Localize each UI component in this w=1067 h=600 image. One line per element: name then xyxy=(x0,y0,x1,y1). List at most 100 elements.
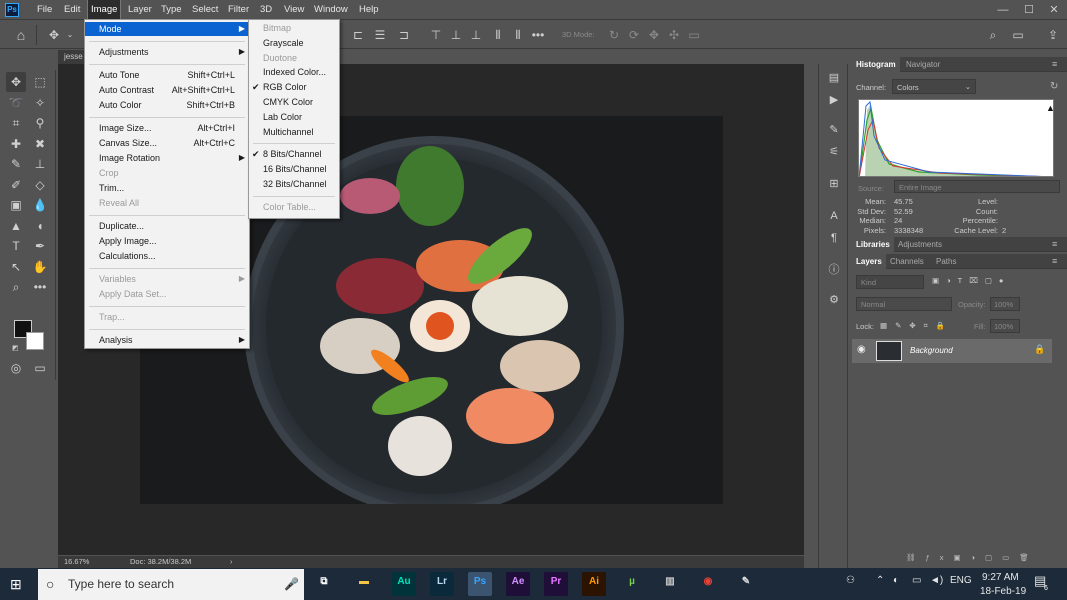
minimize-button[interactable]: — xyxy=(990,0,1016,20)
quick-mask-icon[interactable]: ◎ xyxy=(6,358,26,378)
character-icon[interactable]: A xyxy=(826,208,842,224)
crop-tool-icon[interactable]: ⌗ xyxy=(6,113,26,133)
close-button[interactable]: ✕ xyxy=(1041,0,1067,20)
3d-slide-icon[interactable]: ✣ xyxy=(666,27,682,43)
menu-item-32-bits-channel[interactable]: 32 Bits/Channel xyxy=(249,177,339,191)
align-top-icon[interactable]: ⊤ xyxy=(428,27,444,43)
menu-view[interactable]: View xyxy=(281,0,307,20)
taskbar-search-box[interactable]: ○ Type here to search 🎤 xyxy=(38,569,304,600)
info-icon[interactable]: ⓘ xyxy=(826,262,842,278)
align-center-icon[interactable]: ☰ xyxy=(372,27,388,43)
lock-options-icons[interactable]: ▦✎✥⌗🔒 xyxy=(880,321,953,331)
background-color-swatch[interactable] xyxy=(26,332,44,350)
more-tools-icon[interactable]: ••• xyxy=(30,277,50,297)
layer-row-background[interactable]: ◉ Background 🔒 xyxy=(852,339,1052,363)
menu-item-auto-color[interactable]: Auto Color Shift+Ctrl+B xyxy=(85,98,249,112)
zoom-level[interactable]: 16.67% xyxy=(64,556,89,568)
menu-image[interactable]: Image xyxy=(86,0,122,21)
panel-menu-icon[interactable]: ≡ xyxy=(1052,239,1057,249)
3d-camera-icon[interactable]: ▭ xyxy=(686,27,702,43)
brush-settings-icon[interactable]: ⚟ xyxy=(826,144,842,160)
menu-item-image-size[interactable]: Image Size... Alt+Ctrl+I xyxy=(85,121,249,135)
blend-mode-select[interactable]: Normal xyxy=(856,297,952,311)
tab-libraries[interactable]: Libraries xyxy=(852,237,894,252)
channel-select[interactable]: Colors ⌄ xyxy=(892,79,976,94)
taskbar-chrome-icon[interactable]: ◉ xyxy=(696,572,720,596)
menu-item-indexed-color[interactable]: Indexed Color... xyxy=(249,65,339,79)
chevron-up-icon[interactable]: ⌃ xyxy=(876,575,884,586)
move-tool-icon[interactable]: ✥ xyxy=(46,27,62,43)
fill-input[interactable]: 100% xyxy=(990,319,1020,333)
tab-channels[interactable]: Channels xyxy=(886,254,928,269)
menu-item-analysis[interactable]: Analysis ▶ xyxy=(85,333,249,347)
taskbar-file-explorer-icon[interactable]: ▬ xyxy=(352,572,376,596)
align-bottom-icon[interactable]: ⊥ xyxy=(468,27,484,43)
source-select[interactable]: Entire Image xyxy=(894,180,1060,193)
actions-icon[interactable]: ▶ xyxy=(826,92,842,108)
history-brush-tool-icon[interactable]: ✐ xyxy=(6,175,26,195)
taskbar-utorrent-icon[interactable]: µ xyxy=(620,572,644,596)
menu-item-grayscale[interactable]: Grayscale xyxy=(249,36,339,50)
menu-item-cmyk-color[interactable]: CMYK Color xyxy=(249,95,339,109)
menu-item-adjustments[interactable]: Adjustments ▶ xyxy=(85,45,249,59)
people-icon[interactable]: ⚇ xyxy=(846,575,855,586)
menu-item-duplicate[interactable]: Duplicate... xyxy=(85,219,249,233)
type-tool-icon[interactable]: T xyxy=(6,236,26,256)
move-tool-icon[interactable]: ✥ xyxy=(6,72,26,92)
clone-source-icon[interactable]: ⊞ xyxy=(826,176,842,192)
chevron-right-icon[interactable]: › xyxy=(230,556,233,568)
eyedropper-tool-icon[interactable]: ⚲ xyxy=(30,113,50,133)
taskbar-photoshop-icon[interactable]: Ps xyxy=(468,572,492,596)
quick-select-tool-icon[interactable]: ✧ xyxy=(30,93,50,113)
tab-paths[interactable]: Paths xyxy=(932,254,960,269)
taskbar-premiere-icon[interactable]: Pr xyxy=(544,572,568,596)
tray-app-icon[interactable]: ◐ xyxy=(893,575,899,586)
menu-item-apply-image[interactable]: Apply Image... xyxy=(85,234,249,248)
panel-menu-icon[interactable]: ≡ xyxy=(1052,59,1057,69)
layer-actions-icons[interactable]: ⛓ƒx▣◑▢▭🗑 xyxy=(906,553,1039,562)
taskbar-library-icon[interactable]: ▥ xyxy=(658,572,682,596)
menu-item-image-rotation[interactable]: Image Rotation ▶ xyxy=(85,151,249,165)
tab-navigator[interactable]: Navigator xyxy=(902,57,944,72)
sharpen-tool-icon[interactable]: ▲ xyxy=(6,216,26,236)
menu-item-rgb-color[interactable]: ✔ RGB Color xyxy=(249,80,339,94)
opacity-input[interactable]: 100% xyxy=(990,297,1020,311)
history-icon[interactable]: ▤ xyxy=(826,70,842,86)
menu-help[interactable]: Help xyxy=(356,0,382,20)
menu-item-16-bits-channel[interactable]: 16 Bits/Channel xyxy=(249,162,339,176)
menu-item-canvas-size[interactable]: Canvas Size... Alt+Ctrl+C xyxy=(85,136,249,150)
warning-icon[interactable]: ▲ xyxy=(1046,103,1055,113)
properties-icon[interactable]: ⚙ xyxy=(826,292,842,308)
stamp-tool-icon[interactable]: ⊥ xyxy=(30,154,50,174)
menu-item-multichannel[interactable]: Multichannel xyxy=(249,125,339,139)
taskbar-after-effects-icon[interactable]: Ae xyxy=(506,572,530,596)
taskbar-illustrator-icon[interactable]: Ai xyxy=(582,572,606,596)
menu-select[interactable]: Select xyxy=(189,0,221,20)
menu-item-calculations[interactable]: Calculations... xyxy=(85,249,249,263)
network-icon[interactable]: ▭ xyxy=(912,575,921,586)
align-middle-icon[interactable]: ⊥ xyxy=(448,27,464,43)
search-icon[interactable]: ⌕ xyxy=(985,27,1001,43)
marquee-tool-icon[interactable]: ⬚ xyxy=(30,72,50,92)
taskbar-task-view-icon[interactable]: ⧉ xyxy=(312,572,336,596)
3d-roll-icon[interactable]: ⟳ xyxy=(626,27,642,43)
clock-date[interactable]: 18-Feb-19 xyxy=(980,586,1026,597)
menu-layer[interactable]: Layer xyxy=(125,0,155,20)
panel-menu-icon[interactable]: ≡ xyxy=(1052,256,1057,266)
taskbar-lightroom-icon[interactable]: Lr xyxy=(430,572,454,596)
menu-item-lab-color[interactable]: Lab Color xyxy=(249,110,339,124)
lasso-tool-icon[interactable]: ➰ xyxy=(6,93,26,113)
align-right-icon[interactable]: ⊐ xyxy=(396,27,412,43)
distribute-icon[interactable]: ⦀ xyxy=(510,27,526,43)
layer-filter-select[interactable]: Kind xyxy=(856,275,924,289)
pen-tool-icon[interactable]: ✒ xyxy=(30,236,50,256)
share-icon[interactable]: ⇪ xyxy=(1045,27,1061,43)
tab-histogram[interactable]: Histogram xyxy=(852,57,900,72)
language-indicator[interactable]: ENG xyxy=(950,575,972,586)
taskbar-audition-icon[interactable]: Au xyxy=(392,572,416,596)
menu-3d[interactable]: 3D xyxy=(257,0,275,20)
home-icon[interactable]: ⌂ xyxy=(13,27,29,43)
maximize-button[interactable]: ☐ xyxy=(1016,0,1042,20)
gradient-tool-icon[interactable]: ▣ xyxy=(6,195,26,215)
eye-icon[interactable]: ◉ xyxy=(857,344,866,355)
